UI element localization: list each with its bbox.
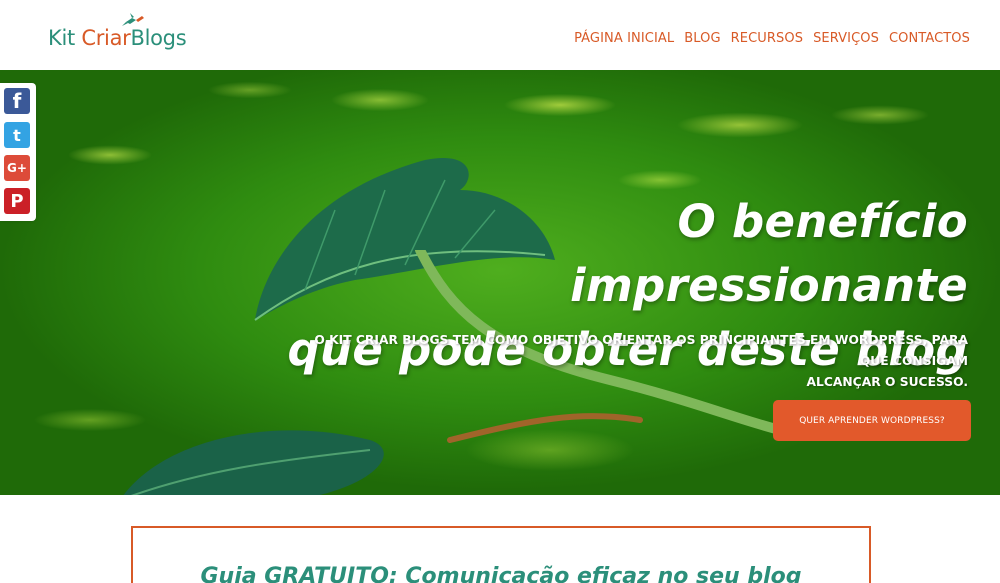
nav-contacts[interactable]: CONTACTOS (889, 31, 970, 46)
hero-subtitle-line1: O KIT CRIAR BLOGS TEM COMO OBJETIVO ORIE… (314, 333, 968, 368)
hummingbird-icon (122, 13, 144, 26)
hero-subtitle: O KIT CRIAR BLOGS TEM COMO OBJETIVO ORIE… (288, 330, 968, 393)
hero-subtitle-line2: ALCANÇAR O SUCESSO. (806, 375, 969, 389)
hero-title-line1: O benefício impressionante (570, 195, 968, 312)
nav-resources[interactable]: RECURSOS (731, 31, 803, 46)
hero-banner: O benefício impressionante que pode obte… (0, 70, 1000, 495)
hero-lower-leaf-image (123, 430, 384, 495)
free-guide-box: Guia GRATUITO: Comunicação eficaz no seu… (131, 526, 871, 583)
site-header: Kit CriarBlogs PÁGINA INICIAL BLOG RECUR… (0, 0, 1000, 70)
main-nav: PÁGINA INICIAL BLOG RECURSOS SERVIÇOS CO… (574, 31, 970, 46)
twitter-icon[interactable]: t (4, 122, 30, 148)
learn-wordpress-button[interactable]: QUER APRENDER WORDPRESS? (773, 400, 971, 441)
nav-home[interactable]: PÁGINA INICIAL (574, 31, 674, 46)
google-plus-icon[interactable]: G+ (4, 155, 30, 181)
nav-blog[interactable]: BLOG (684, 31, 720, 46)
social-share-bar: f t G+ P (0, 83, 36, 221)
pinterest-icon[interactable]: P (4, 188, 30, 214)
nav-services[interactable]: SERVIÇOS (813, 31, 879, 46)
site-logo[interactable]: Kit CriarBlogs (48, 26, 187, 50)
logo-word-kit: Kit (48, 26, 75, 50)
facebook-icon[interactable]: f (4, 88, 30, 114)
free-guide-title: Guia GRATUITO: Comunicação eficaz no seu… (200, 564, 802, 583)
